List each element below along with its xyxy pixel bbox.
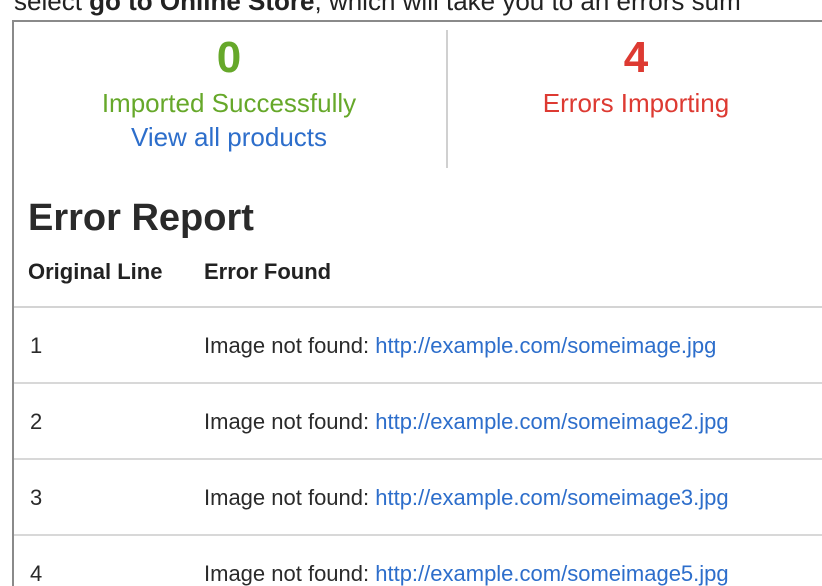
row-error-cell: Image not found: http://example.com/some… [204, 408, 729, 436]
imported-count: 0 [216, 33, 242, 82]
row-error-message: Image not found: [204, 333, 376, 358]
row-error-cell: Image not found: http://example.com/some… [204, 332, 716, 360]
row-error-cell: Image not found: http://example.com/some… [204, 560, 729, 586]
instruction-bold: go to Online Store [89, 0, 315, 16]
table-row: 2 Image not found: http://example.com/so… [14, 384, 822, 460]
import-summary: 0 Imported Successfully View all product… [14, 22, 822, 172]
row-error-message: Image not found: [204, 409, 376, 434]
row-image-url-link[interactable]: http://example.com/someimage.jpg [375, 333, 716, 358]
row-line-number: 2 [30, 409, 43, 434]
table-row: 1 Image not found: http://example.com/so… [14, 308, 822, 384]
row-line-number: 3 [30, 485, 43, 510]
imported-stat: 0 Imported Successfully View all product… [14, 32, 444, 154]
table-header: Original Line Error Found [14, 250, 822, 308]
row-error-message: Image not found: [204, 485, 376, 510]
error-report-title: Error Report [28, 197, 254, 239]
instruction-text: select go to Online Store, which will ta… [14, 0, 741, 16]
table-row: 4 Image not found: http://example.com/so… [14, 536, 822, 586]
page: select go to Online Store, which will ta… [0, 0, 822, 586]
row-image-url-link[interactable]: http://example.com/someimage3.jpg [375, 485, 728, 510]
row-image-url-link[interactable]: http://example.com/someimage5.jpg [375, 561, 728, 586]
row-line-number: 4 [30, 561, 43, 586]
imported-label: Imported Successfully [101, 88, 357, 118]
table-row: 3 Image not found: http://example.com/so… [14, 460, 822, 536]
instruction-suffix: , which will take you to an errors sum [314, 0, 741, 16]
row-image-url-link[interactable]: http://example.com/someimage2.jpg [375, 409, 728, 434]
column-header-error-found: Error Found [204, 259, 332, 284]
column-header-original-line: Original Line [28, 259, 163, 284]
error-count: 4 [623, 33, 649, 82]
errors-stat: 4 Errors Importing [448, 32, 822, 120]
instruction-prefix: select [14, 0, 90, 16]
error-report-table: Original Line Error Found 1 Image not fo… [14, 250, 822, 586]
import-results-panel: 0 Imported Successfully View all product… [12, 20, 822, 586]
row-error-cell: Image not found: http://example.com/some… [204, 484, 729, 512]
row-error-message: Image not found: [204, 561, 376, 586]
error-label: Errors Importing [542, 88, 730, 118]
row-line-number: 1 [30, 333, 43, 358]
view-all-products-link[interactable]: View all products [131, 120, 327, 154]
